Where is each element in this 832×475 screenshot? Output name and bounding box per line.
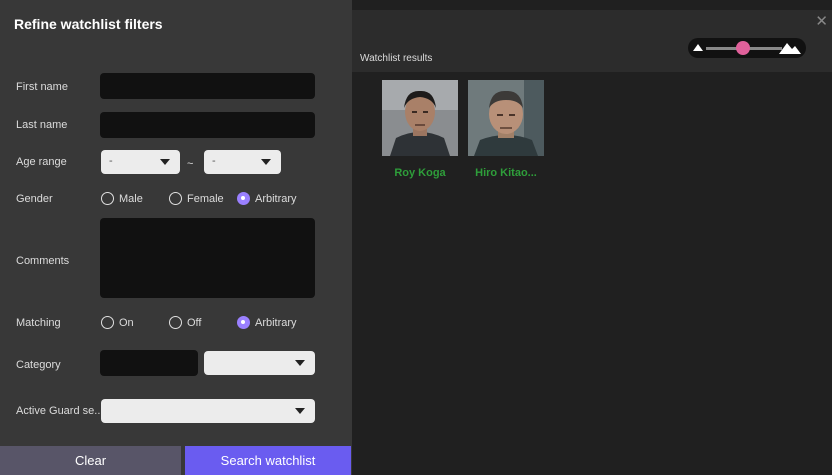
radio-selected-icon xyxy=(237,316,250,329)
zoom-slider[interactable] xyxy=(688,38,806,58)
matching-radio-arbitrary[interactable]: Arbitrary xyxy=(237,316,297,329)
radio-label: Female xyxy=(187,192,224,205)
comments-textarea[interactable] xyxy=(100,218,315,298)
radio-label: On xyxy=(119,316,134,329)
large-mountain-icon xyxy=(779,43,801,54)
active-guard-select[interactable] xyxy=(101,399,315,423)
radio-circle-icon xyxy=(101,316,114,329)
small-mountain-icon xyxy=(693,44,703,51)
gender-radio-arbitrary[interactable]: Arbitrary xyxy=(237,192,297,205)
radio-circle-icon xyxy=(101,192,114,205)
chevron-down-icon xyxy=(261,159,271,165)
slider-thumb[interactable] xyxy=(736,41,750,55)
radio-label: Off xyxy=(187,316,202,329)
face-photo xyxy=(382,80,458,156)
chevron-down-icon xyxy=(295,360,305,366)
radio-label: Male xyxy=(119,192,143,205)
chevron-down-icon xyxy=(295,408,305,414)
gender-radio-female[interactable]: Female xyxy=(169,192,224,205)
first-name-label: First name xyxy=(16,81,68,93)
radio-circle-icon xyxy=(169,192,182,205)
face-photo xyxy=(468,80,544,156)
matching-radio-off[interactable]: Off xyxy=(169,316,201,329)
clear-button[interactable]: Clear xyxy=(0,446,181,475)
gender-radio-male[interactable]: Male xyxy=(101,192,143,205)
age-range-separator: ~ xyxy=(187,158,194,170)
comments-label: Comments xyxy=(16,255,70,267)
age-to-select[interactable]: - xyxy=(204,150,281,174)
result-name: Hiro Kitao... xyxy=(475,167,537,179)
age-range-label: Age range xyxy=(16,156,67,168)
category-label: Category xyxy=(16,359,61,371)
result-card[interactable]: Hiro Kitao... xyxy=(468,80,544,179)
close-icon[interactable]: ✕ xyxy=(815,12,828,30)
radio-selected-icon xyxy=(237,192,250,205)
results-label: Watchlist results xyxy=(360,53,433,64)
radio-label: Arbitrary xyxy=(255,316,297,329)
matching-radio-on[interactable]: On xyxy=(101,316,134,329)
last-name-label: Last name xyxy=(16,119,68,131)
age-from-select[interactable]: - xyxy=(101,150,180,174)
result-name: Roy Koga xyxy=(394,167,446,179)
filter-panel: Refine watchlist filters First name Last… xyxy=(0,0,352,475)
first-name-input[interactable] xyxy=(100,73,315,99)
gender-label: Gender xyxy=(16,193,53,205)
category-input[interactable] xyxy=(100,350,198,376)
age-to-value: - xyxy=(212,155,216,167)
age-from-value: - xyxy=(109,155,113,167)
chevron-down-icon xyxy=(160,159,170,165)
radio-circle-icon xyxy=(169,316,182,329)
panel-title: Refine watchlist filters xyxy=(14,16,163,32)
active-guard-label: Active Guard se... xyxy=(16,405,104,417)
radio-label: Arbitrary xyxy=(255,192,297,205)
result-card[interactable]: Roy Koga xyxy=(382,80,458,179)
search-watchlist-button[interactable]: Search watchlist xyxy=(185,446,351,475)
results-panel: Watchlist results ✕ Roy Koga Hiro Kitao.… xyxy=(352,0,832,475)
last-name-input[interactable] xyxy=(100,112,315,138)
category-select[interactable] xyxy=(204,351,315,375)
matching-label: Matching xyxy=(16,317,61,329)
